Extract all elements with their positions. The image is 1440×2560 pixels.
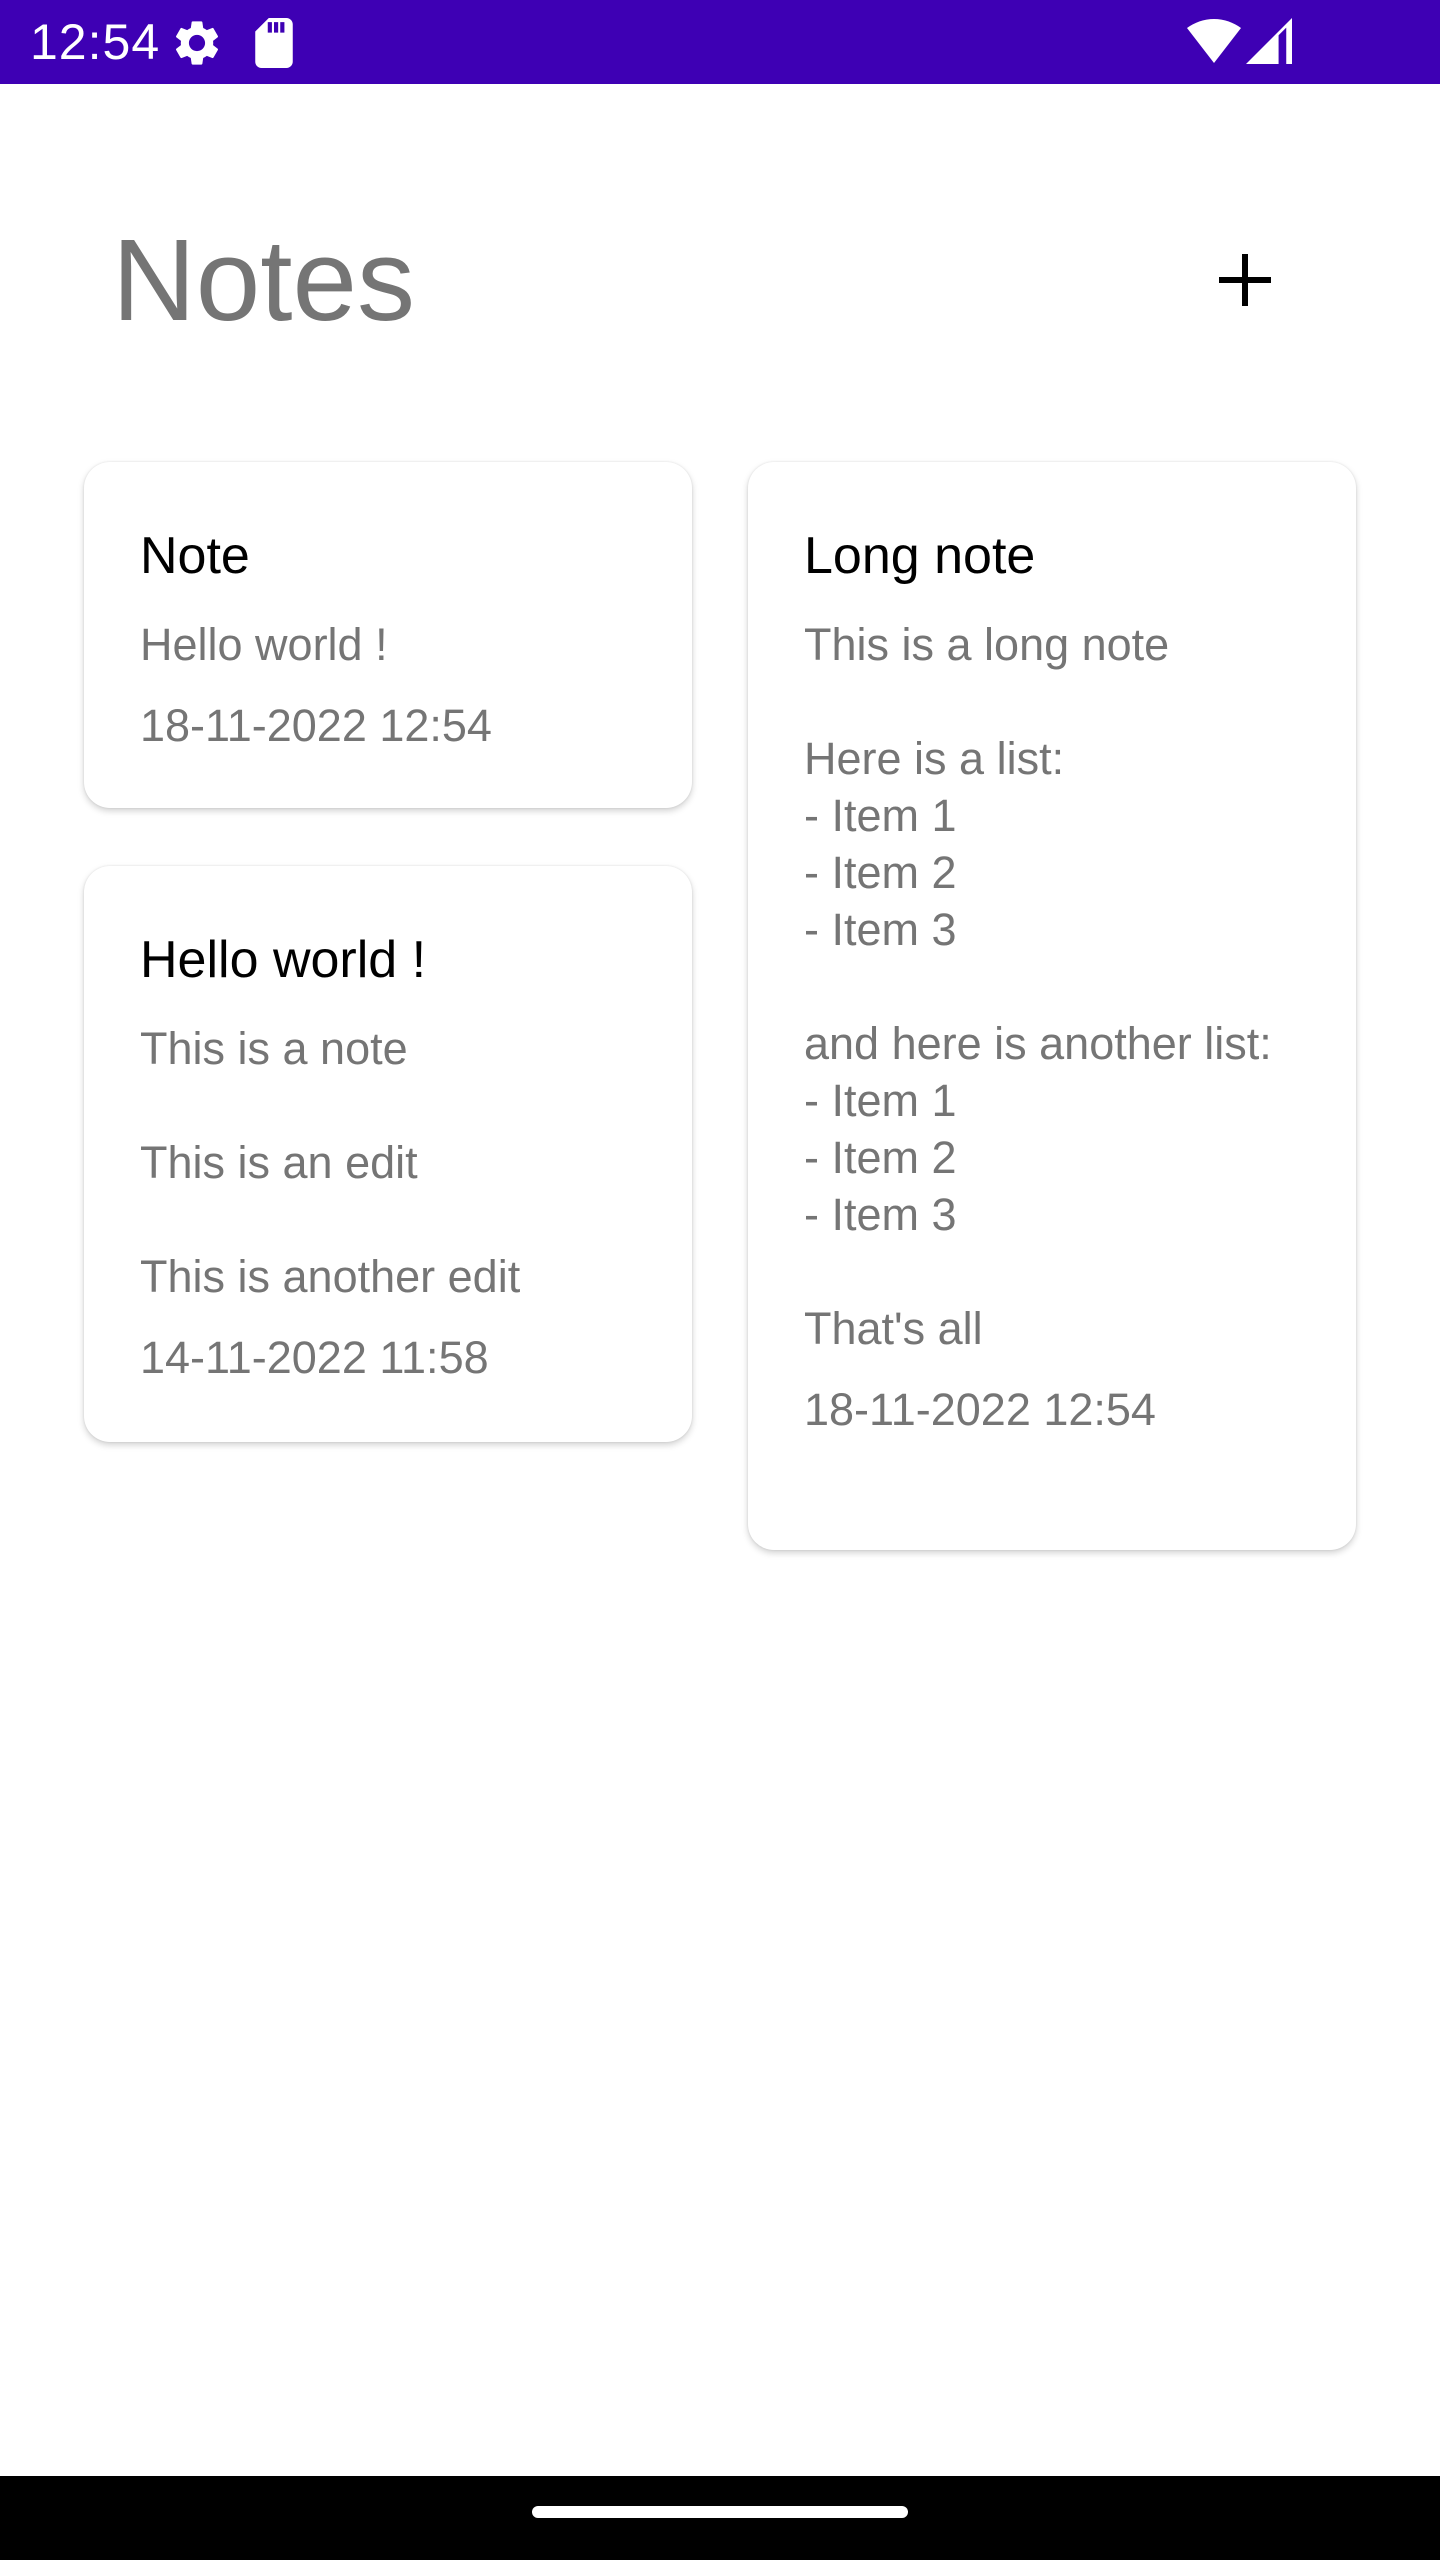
note-body: Hello world ! (140, 619, 388, 670)
note-card[interactable]: Note Hello world ! 18-11-2022 12:54 (84, 462, 692, 808)
note-date: 14-11-2022 11:58 (140, 1332, 489, 1383)
note-title: Note (140, 527, 250, 585)
status-bar: 12:54 (0, 0, 1440, 84)
cell-signal-icon (1246, 18, 1292, 64)
plus-icon (1219, 254, 1271, 306)
note-date: 18-11-2022 12:54 (804, 1384, 1156, 1435)
settings-gear-icon (175, 21, 219, 65)
home-gesture-handle[interactable] (532, 2506, 908, 2518)
status-time: 12:54 (30, 14, 161, 70)
note-title: Hello world ! (140, 931, 427, 989)
note-title: Long note (804, 527, 1036, 585)
note-body: This is a long note Here is a list: - It… (804, 619, 1272, 1354)
note-card[interactable]: Hello world ! This is a note This is an … (84, 866, 692, 1442)
navigation-bar (0, 2476, 1440, 2560)
note-body: This is a note This is an edit This is a… (140, 1023, 521, 1302)
add-note-button[interactable] (1180, 230, 1310, 330)
page-title: Notes (112, 215, 416, 345)
sd-card-icon (255, 18, 293, 68)
note-card[interactable]: Long note This is a long note Here is a … (748, 462, 1356, 1550)
wifi-icon (1187, 19, 1241, 63)
note-date: 18-11-2022 12:54 (140, 700, 492, 751)
